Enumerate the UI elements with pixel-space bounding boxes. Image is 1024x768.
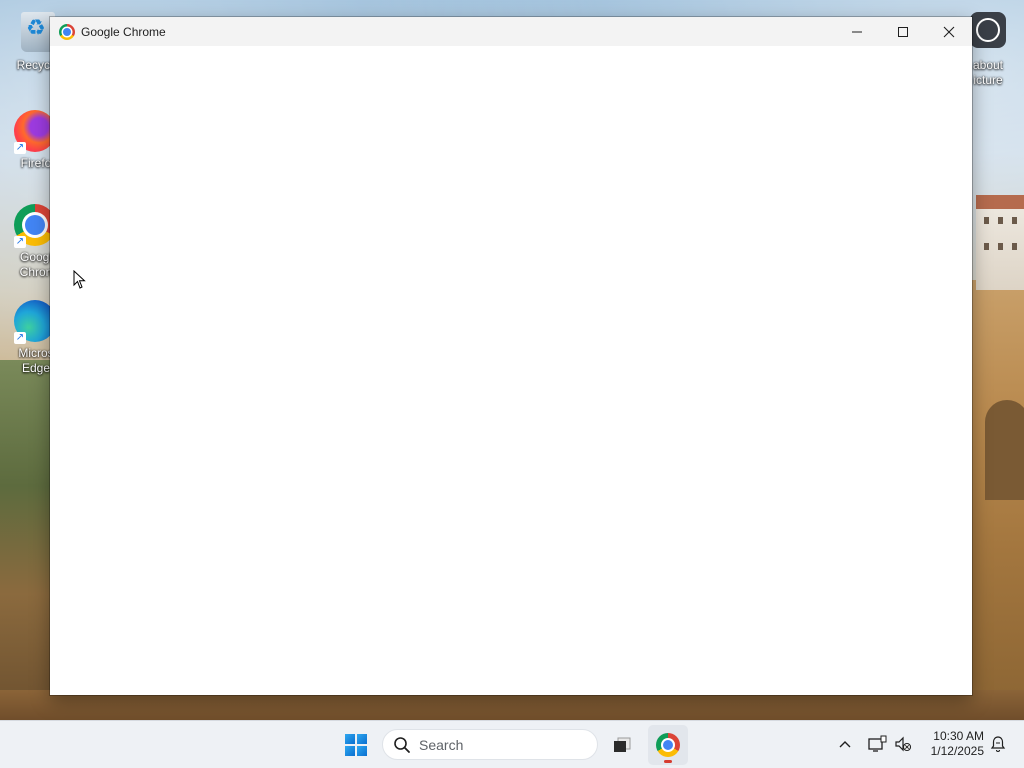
minimize-icon bbox=[852, 31, 862, 32]
maximize-icon bbox=[898, 26, 908, 37]
shortcut-arrow-icon: ↗ bbox=[14, 332, 26, 344]
about-picture-icon bbox=[970, 12, 1006, 48]
chrome-icon bbox=[656, 733, 680, 757]
speaker-muted-icon bbox=[895, 736, 912, 752]
running-indicator bbox=[664, 760, 672, 763]
taskbar-search[interactable]: Search bbox=[382, 729, 598, 760]
network-button[interactable] bbox=[866, 733, 888, 755]
taskbar-clock[interactable]: 10:30 AM 1/12/2025 bbox=[920, 729, 984, 759]
taskbar-chrome-button[interactable] bbox=[648, 725, 688, 765]
shortcut-arrow-icon: ↗ bbox=[14, 236, 26, 248]
notifications-button[interactable] bbox=[987, 733, 1009, 755]
mouse-cursor-icon bbox=[73, 270, 86, 289]
wallpaper-arch bbox=[985, 400, 1024, 500]
wallpaper-town bbox=[976, 195, 1024, 290]
minimize-button[interactable] bbox=[834, 17, 880, 46]
wallpaper-cliff-right bbox=[972, 280, 1024, 720]
window-title: Google Chrome bbox=[81, 24, 166, 39]
shortcut-arrow-icon: ↗ bbox=[14, 142, 26, 154]
network-icon bbox=[868, 735, 887, 752]
clock-time: 10:30 AM bbox=[933, 729, 984, 743]
clock-date: 1/12/2025 bbox=[930, 744, 984, 758]
taskbar: Search 10:30 AM 1/12/2025 bbox=[0, 720, 1024, 768]
search-placeholder: Search bbox=[419, 736, 464, 753]
chrome-window[interactable]: Google Chrome bbox=[50, 17, 972, 695]
task-view-button[interactable] bbox=[606, 729, 638, 761]
chrome-icon bbox=[59, 23, 75, 40]
window-titlebar[interactable]: Google Chrome bbox=[50, 17, 972, 46]
search-icon bbox=[394, 736, 410, 753]
maximize-button[interactable] bbox=[880, 17, 926, 46]
window-content-blank[interactable] bbox=[50, 46, 972, 695]
start-button[interactable] bbox=[340, 729, 372, 761]
windows-logo-icon bbox=[345, 734, 367, 756]
close-icon bbox=[943, 26, 955, 37]
notification-bell-icon bbox=[990, 736, 1006, 753]
show-hidden-icons-button[interactable] bbox=[834, 733, 856, 755]
task-view-icon bbox=[614, 737, 631, 752]
volume-button[interactable] bbox=[892, 733, 914, 755]
close-button[interactable] bbox=[926, 17, 972, 46]
chevron-up-icon bbox=[839, 741, 851, 748]
desktop: ♻ Recycle ↗ Firefo ↗ Googl Chron ↗ Micro… bbox=[0, 0, 1024, 768]
